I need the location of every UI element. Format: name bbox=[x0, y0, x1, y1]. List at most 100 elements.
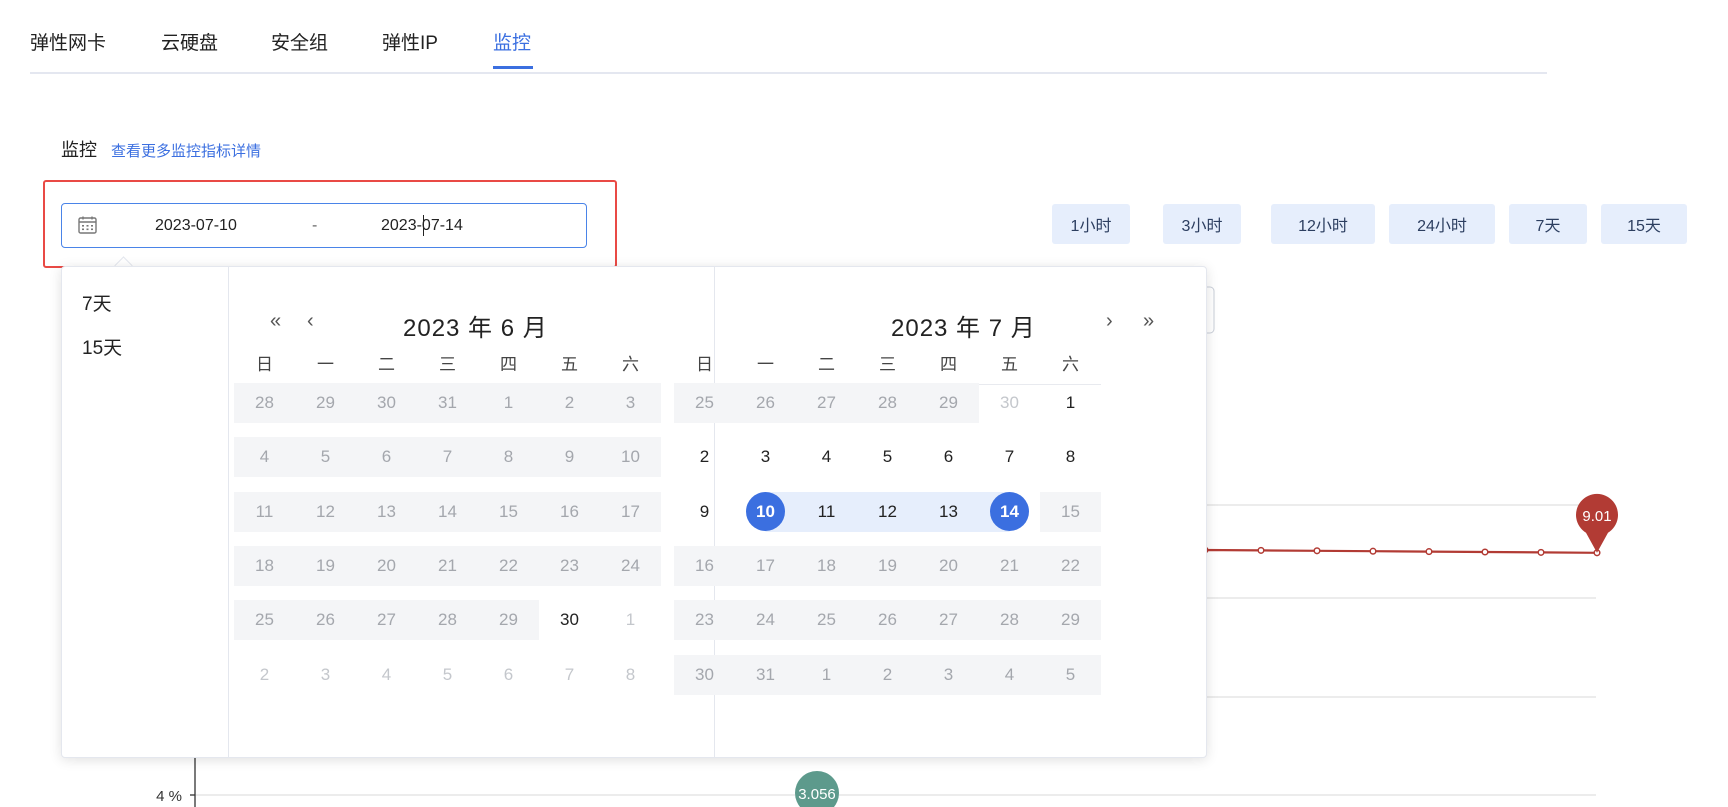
calendar-day[interactable]: 22 bbox=[1040, 545, 1101, 586]
calendar-day[interactable]: 11 bbox=[234, 491, 295, 532]
range-12h-button[interactable]: 12小时 bbox=[1271, 204, 1375, 244]
calendar-day[interactable]: 5 bbox=[417, 655, 478, 695]
calendar-day[interactable]: 24 bbox=[735, 600, 796, 641]
next-year-button[interactable]: » bbox=[1143, 310, 1154, 333]
calendar-day[interactable]: 21 bbox=[417, 545, 478, 586]
calendar-day[interactable]: 10 bbox=[735, 491, 796, 532]
tab-monitor[interactable]: 监控 bbox=[493, 28, 531, 55]
range-7d-button[interactable]: 7天 bbox=[1509, 204, 1587, 244]
range-end-day[interactable]: 14 bbox=[990, 492, 1029, 532]
calendar-day[interactable]: 22 bbox=[478, 545, 539, 586]
calendar-day[interactable]: 18 bbox=[796, 545, 857, 586]
calendar-day[interactable]: 20 bbox=[918, 545, 979, 586]
calendar-day[interactable]: 4 bbox=[356, 655, 417, 695]
calendar-day[interactable]: 20 bbox=[356, 545, 417, 586]
calendar-day[interactable]: 19 bbox=[295, 545, 356, 586]
calendar-day[interactable]: 2 bbox=[857, 654, 918, 695]
calendar-day[interactable]: 16 bbox=[674, 545, 735, 586]
calendar-day[interactable]: 25 bbox=[674, 383, 735, 423]
calendar-day[interactable]: 15 bbox=[1040, 491, 1101, 532]
calendar-day[interactable]: 23 bbox=[674, 600, 735, 641]
calendar-day[interactable]: 28 bbox=[417, 600, 478, 641]
calendar-day[interactable]: 23 bbox=[539, 545, 600, 586]
shortcut-7d[interactable]: 7天 bbox=[82, 289, 112, 316]
calendar-day[interactable]: 7 bbox=[979, 437, 1040, 477]
calendar-day[interactable]: 18 bbox=[234, 545, 295, 586]
calendar-day[interactable]: 30 bbox=[674, 654, 735, 695]
calendar-day[interactable]: 2 bbox=[234, 655, 295, 695]
calendar-day[interactable]: 6 bbox=[918, 437, 979, 477]
calendar-day[interactable]: 29 bbox=[918, 383, 979, 423]
calendar-day[interactable]: 6 bbox=[356, 437, 417, 478]
calendar-day[interactable]: 28 bbox=[857, 383, 918, 423]
calendar-day[interactable]: 17 bbox=[735, 545, 796, 586]
calendar-day[interactable]: 2 bbox=[539, 383, 600, 423]
tab-disk[interactable]: 云硬盘 bbox=[161, 28, 218, 55]
calendar-day[interactable]: 27 bbox=[918, 600, 979, 641]
calendar-day[interactable]: 19 bbox=[857, 545, 918, 586]
calendar-day[interactable]: 6 bbox=[478, 655, 539, 695]
calendar-day[interactable]: 7 bbox=[539, 655, 600, 695]
calendar-day[interactable]: 5 bbox=[1040, 654, 1101, 695]
calendar-day[interactable]: 17 bbox=[600, 491, 661, 532]
calendar-day[interactable]: 30 bbox=[539, 600, 600, 640]
calendar-day[interactable]: 12 bbox=[295, 491, 356, 532]
calendar-day[interactable]: 21 bbox=[979, 545, 1040, 586]
calendar-day[interactable]: 25 bbox=[796, 600, 857, 641]
calendar-day[interactable]: 26 bbox=[735, 383, 796, 423]
calendar-day[interactable]: 24 bbox=[600, 545, 661, 586]
tab-eni[interactable]: 弹性网卡 bbox=[30, 28, 106, 55]
calendar-day[interactable]: 27 bbox=[356, 600, 417, 641]
calendar-day[interactable]: 27 bbox=[796, 383, 857, 423]
calendar-day[interactable]: 29 bbox=[478, 600, 539, 641]
calendar-day[interactable]: 9 bbox=[539, 437, 600, 478]
calendar-day[interactable]: 26 bbox=[857, 600, 918, 641]
calendar-day[interactable]: 7 bbox=[417, 437, 478, 478]
next-month-button[interactable]: › bbox=[1106, 310, 1113, 333]
calendar-day[interactable]: 15 bbox=[478, 491, 539, 532]
calendar-day[interactable]: 11 bbox=[796, 491, 857, 532]
shortcut-15d[interactable]: 15天 bbox=[82, 333, 122, 360]
calendar-day[interactable]: 1 bbox=[478, 383, 539, 423]
calendar-day[interactable]: 16 bbox=[539, 491, 600, 532]
tab-eip[interactable]: 弹性IP bbox=[382, 28, 438, 55]
calendar-day[interactable]: 28 bbox=[979, 600, 1040, 641]
calendar-day[interactable]: 4 bbox=[796, 437, 857, 477]
range-start-day[interactable]: 10 bbox=[746, 492, 785, 532]
end-date-field[interactable]: 2023-07-14 bbox=[381, 217, 463, 235]
calendar-day[interactable]: 1 bbox=[1040, 383, 1101, 423]
range-24h-button[interactable]: 24小时 bbox=[1389, 204, 1495, 244]
calendar-day[interactable]: 8 bbox=[1040, 437, 1101, 477]
calendar-day[interactable]: 13 bbox=[356, 491, 417, 532]
calendar-day[interactable]: 31 bbox=[417, 383, 478, 423]
calendar-day[interactable]: 28 bbox=[234, 383, 295, 423]
calendar-day[interactable]: 1 bbox=[796, 654, 857, 695]
calendar-day[interactable]: 14 bbox=[979, 491, 1040, 532]
prev-month-button[interactable]: ‹ bbox=[307, 310, 314, 333]
calendar-day[interactable]: 12 bbox=[857, 491, 918, 532]
calendar-day[interactable]: 5 bbox=[857, 437, 918, 477]
calendar-day[interactable]: 4 bbox=[234, 437, 295, 478]
date-range-input[interactable]: 2023-07-10 - 2023-07-14 bbox=[61, 203, 587, 248]
calendar-day[interactable]: 29 bbox=[1040, 600, 1101, 641]
calendar-day[interactable]: 8 bbox=[478, 437, 539, 478]
range-15d-button[interactable]: 15天 bbox=[1601, 204, 1687, 244]
calendar-day[interactable]: 29 bbox=[295, 383, 356, 423]
calendar-day[interactable]: 9 bbox=[674, 492, 735, 532]
calendar-day[interactable]: 25 bbox=[234, 600, 295, 641]
calendar-day[interactable]: 26 bbox=[295, 600, 356, 641]
calendar-day[interactable]: 10 bbox=[600, 437, 661, 478]
calendar-day[interactable]: 3 bbox=[295, 655, 356, 695]
calendar-day[interactable]: 2 bbox=[674, 437, 735, 477]
calendar-day[interactable]: 13 bbox=[918, 491, 979, 532]
calendar-day[interactable]: 8 bbox=[600, 655, 661, 695]
calendar-day[interactable]: 3 bbox=[735, 437, 796, 477]
start-date-field[interactable]: 2023-07-10 bbox=[155, 217, 237, 235]
range-1h-button[interactable]: 1小时 bbox=[1052, 204, 1130, 244]
calendar-day[interactable]: 3 bbox=[600, 383, 661, 423]
range-3h-button[interactable]: 3小时 bbox=[1163, 204, 1241, 244]
calendar-day[interactable]: 30 bbox=[356, 383, 417, 423]
tab-secgroup[interactable]: 安全组 bbox=[271, 28, 328, 55]
calendar-day[interactable]: 1 bbox=[600, 600, 661, 640]
calendar-day[interactable]: 31 bbox=[735, 654, 796, 695]
